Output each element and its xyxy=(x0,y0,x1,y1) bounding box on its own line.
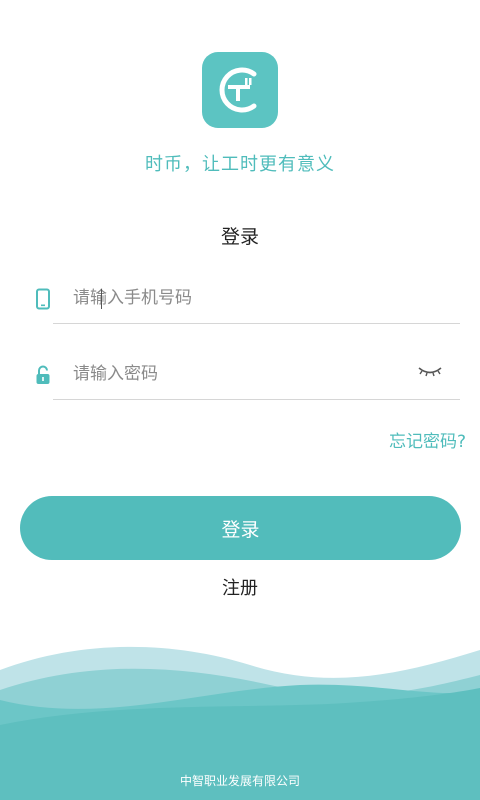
slogan-text: 时币，让工时更有意义 xyxy=(145,154,335,175)
phone-input[interactable] xyxy=(73,282,403,314)
eye-closed-icon[interactable] xyxy=(416,362,444,380)
password-underline xyxy=(53,399,460,400)
phone-underline xyxy=(53,323,460,324)
lock-icon xyxy=(34,364,52,386)
register-link[interactable]: 注册 xyxy=(0,574,480,600)
phone-field xyxy=(28,274,460,324)
text-caret xyxy=(101,289,102,309)
login-button[interactable]: 登录 xyxy=(20,496,461,560)
password-input[interactable] xyxy=(73,358,403,390)
app-logo xyxy=(202,52,278,128)
phone-icon xyxy=(34,288,52,310)
password-field xyxy=(28,350,460,400)
forgot-password-link[interactable]: 忘记密码? xyxy=(389,427,466,452)
company-name: 中智职业发展有限公司 xyxy=(179,774,300,788)
page-title: 登录 xyxy=(220,226,259,248)
ct-logo-icon xyxy=(219,67,257,113)
